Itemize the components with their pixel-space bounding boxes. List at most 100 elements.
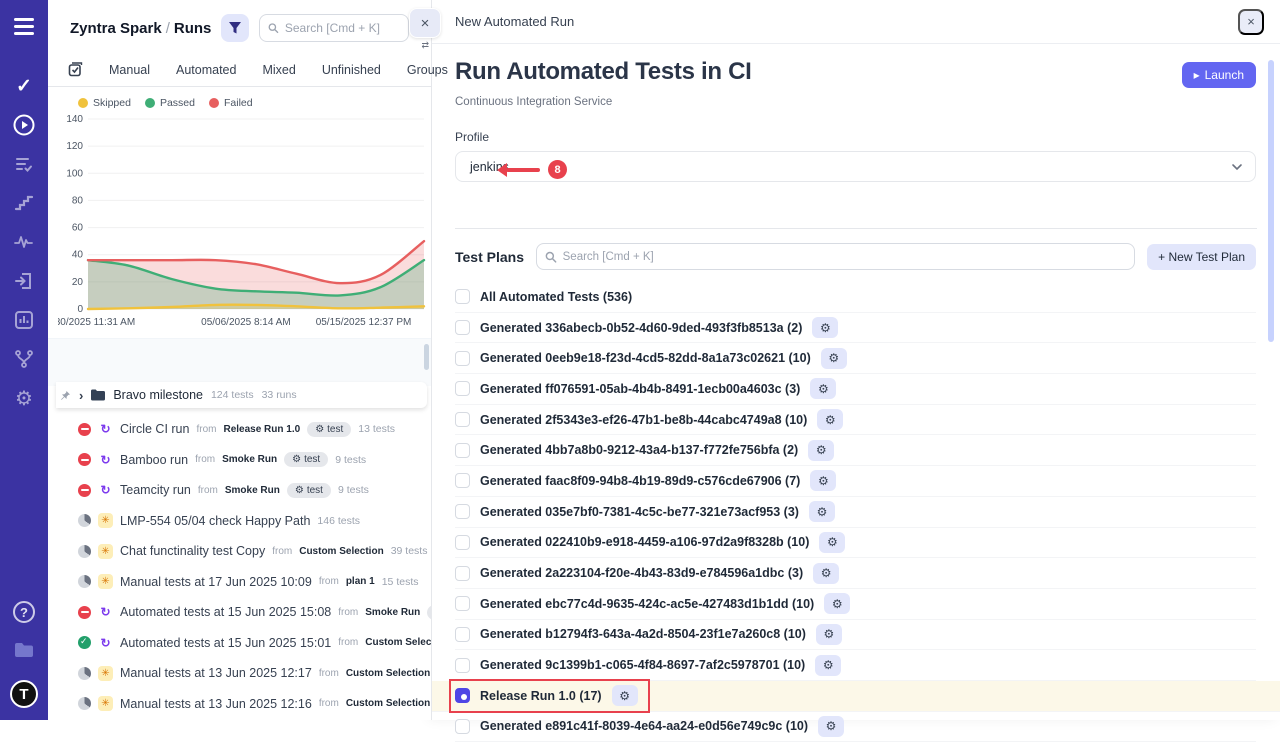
plan-label[interactable]: Generated e891c41f-8039-4e64-aa24-e0d56e… [480, 719, 808, 733]
panel-resize-icon[interactable]: ⇄ [421, 40, 429, 51]
test-plan-row[interactable]: Generated faac8f09-94b8-4b19-89d9-c576cd… [455, 466, 1256, 497]
plan-checkbox[interactable] [455, 289, 470, 304]
milestone-row[interactable]: › Bravo milestone 124 tests 33 runs [56, 382, 427, 408]
breadcrumb-project[interactable]: Zyntra Spark [70, 20, 162, 37]
plan-settings-gear-icon[interactable]: ⚙ [813, 563, 839, 584]
plan-checkbox[interactable] [455, 473, 470, 488]
test-plan-row[interactable]: Generated 2f5343e3-ef26-47b1-be8b-44cabc… [455, 405, 1256, 436]
test-tag-badge[interactable]: ⚙test [427, 605, 431, 620]
filter-button[interactable] [221, 14, 249, 42]
pulse-icon[interactable] [12, 230, 36, 254]
plan-checkbox[interactable] [455, 443, 470, 458]
test-plan-row[interactable]: Generated b12794f3-643a-4a2d-8504-23f1e7… [455, 620, 1256, 651]
plan-checkbox[interactable] [455, 719, 470, 734]
plan-settings-gear-icon[interactable]: ⚙ [817, 409, 843, 430]
plan-settings-gear-icon[interactable]: ⚙ [816, 624, 842, 645]
test-plan-row-selected[interactable]: Release Run 1.0 (17)⚙ [432, 681, 1280, 712]
left-scrollbar-thumb[interactable] [424, 344, 429, 370]
plan-checkbox[interactable] [455, 351, 470, 366]
run-list-item[interactable]: ↻Circle CI runfromRelease Run 1.0⚙test13… [78, 414, 431, 445]
tab-automated[interactable]: Automated [176, 63, 236, 77]
right-scrollbar-thumb[interactable] [1268, 60, 1274, 342]
test-plan-row[interactable]: Generated 022410b9-e918-4459-a106-97d2a9… [455, 528, 1256, 559]
test-tag-badge[interactable]: ⚙test [287, 483, 331, 498]
plan-settings-gear-icon[interactable]: ⚙ [815, 655, 841, 676]
plan-label[interactable]: Generated ebc77c4d-9635-424c-ac5e-427483… [480, 597, 814, 611]
plan-checkbox[interactable] [455, 381, 470, 396]
run-name[interactable]: Automated tests at 15 Jun 2025 15:08 [120, 605, 331, 619]
plan-label[interactable]: Generated 2a223104-f20e-4b43-83d9-e78459… [480, 566, 803, 580]
plan-settings-gear-icon[interactable]: ⚙ [810, 378, 836, 399]
plan-label[interactable]: Generated 2f5343e3-ef26-47b1-be8b-44cabc… [480, 413, 807, 427]
test-plan-row[interactable]: Generated 336abecb-0b52-4d60-9ded-493f3f… [455, 313, 1256, 344]
run-list-item[interactable]: ↻Teamcity runfromSmoke Run⚙test9 tests [78, 475, 431, 506]
test-plans-list-icon[interactable] [12, 152, 36, 176]
plan-label[interactable]: Generated 4bb7a8b0-9212-43a4-b137-f772fe… [480, 443, 798, 457]
run-name[interactable]: LMP-554 05/04 check Happy Path [120, 514, 310, 528]
run-list-item[interactable]: ✳LMP-554 05/04 check Happy Path146 tests [78, 506, 431, 537]
run-name[interactable]: Manual tests at 13 Jun 2025 12:17 [120, 666, 312, 680]
run-name[interactable]: Automated tests at 15 Jun 2025 15:01 [120, 636, 331, 650]
tab-manual[interactable]: Manual [109, 63, 150, 77]
runs-search[interactable] [259, 14, 409, 42]
launch-button[interactable]: ▸ Launch [1182, 62, 1256, 88]
plan-settings-gear-icon[interactable]: ⚙ [824, 593, 850, 614]
plan-label[interactable]: Generated ff076591-05ab-4b4b-8491-1ecb00… [480, 382, 800, 396]
plan-checkbox[interactable] [455, 627, 470, 642]
test-plans-search[interactable] [536, 243, 1135, 270]
tab-unfinished[interactable]: Unfinished [322, 63, 381, 77]
plan-checkbox[interactable] [455, 320, 470, 335]
plan-label[interactable]: Generated 0eeb9e18-f23d-4cd5-82dd-8a1a73… [480, 351, 811, 365]
test-plan-row[interactable]: Generated 2a223104-f20e-4b43-83d9-e78459… [455, 558, 1256, 589]
run-name[interactable]: Manual tests at 17 Jun 2025 10:09 [120, 575, 312, 589]
plan-label[interactable]: Generated 336abecb-0b52-4d60-9ded-493f3f… [480, 321, 802, 335]
import-icon[interactable] [12, 269, 36, 293]
test-plan-row[interactable]: Generated 4bb7a8b0-9212-43a4-b137-f772fe… [455, 435, 1256, 466]
tests-check-icon[interactable]: ✓ [12, 74, 36, 98]
test-tag-badge[interactable]: ⚙test [307, 422, 351, 437]
run-name[interactable]: Chat functinality test Copy [120, 544, 265, 558]
run-name[interactable]: Manual tests at 13 Jun 2025 12:16 [120, 697, 312, 711]
test-plans-search-input[interactable] [563, 251, 1127, 263]
new-test-plan-button[interactable]: + New Test Plan [1147, 244, 1256, 270]
menu-icon[interactable] [12, 18, 36, 35]
plan-settings-gear-icon[interactable]: ⚙ [809, 501, 835, 522]
run-list-item[interactable]: ↻Automated tests at 15 Jun 2025 15:08fro… [78, 597, 431, 628]
steps-icon[interactable] [12, 191, 36, 215]
test-tag-badge[interactable]: ⚙test [284, 452, 328, 467]
plan-settings-gear-icon[interactable]: ⚙ [612, 685, 638, 706]
run-list-item[interactable]: ↻Bamboo runfromSmoke Run⚙test9 tests [78, 445, 431, 476]
analytics-icon[interactable] [12, 308, 36, 332]
plan-checkbox[interactable] [455, 535, 470, 550]
tab-groups[interactable]: Groups [407, 63, 448, 77]
runs-play-icon[interactable] [12, 113, 36, 137]
runs-search-input[interactable] [285, 21, 401, 35]
plan-checkbox[interactable] [455, 504, 470, 519]
plan-settings-gear-icon[interactable]: ⚙ [810, 470, 836, 491]
branches-icon[interactable] [12, 347, 36, 371]
run-list-item[interactable]: ✳Manual tests at 13 Jun 2025 12:17fromCu… [78, 658, 431, 689]
panel-close-icon[interactable]: × [409, 8, 441, 38]
settings-gear-icon[interactable]: ⚙ [12, 386, 36, 410]
test-plan-row[interactable]: Generated ebc77c4d-9635-424c-ac5e-427483… [455, 589, 1256, 620]
legend-item[interactable]: Passed [145, 97, 195, 109]
run-name[interactable]: Teamcity run [120, 483, 191, 497]
run-list-item[interactable]: ↻Automated tests at 15 Jun 2025 15:01fro… [78, 628, 431, 659]
tab-mixed[interactable]: Mixed [262, 63, 295, 77]
plan-settings-gear-icon[interactable]: ⚙ [808, 440, 834, 461]
plan-label[interactable]: All Automated Tests (536) [480, 290, 632, 304]
chevron-right-icon[interactable]: › [79, 389, 83, 402]
app-logo[interactable]: T [10, 680, 38, 708]
test-plan-row[interactable]: Generated e891c41f-8039-4e64-aa24-e0d56e… [455, 712, 1256, 742]
legend-item[interactable]: Failed [209, 97, 253, 109]
plan-checkbox[interactable] [455, 596, 470, 611]
plan-settings-gear-icon[interactable]: ⚙ [819, 532, 845, 553]
run-list-item[interactable]: ✳Chat functinality test CopyfromCustom S… [78, 536, 431, 567]
profile-select[interactable]: jenkins 8 [455, 151, 1256, 182]
legend-item[interactable]: Skipped [78, 97, 131, 109]
test-plan-row[interactable]: Generated 9c1399b1-c065-4f84-8697-7af2c5… [455, 650, 1256, 681]
modal-close-icon[interactable]: × [1238, 9, 1264, 35]
projects-folder-icon[interactable] [12, 638, 36, 662]
run-name[interactable]: Bamboo run [120, 453, 188, 467]
run-name[interactable]: Circle CI run [120, 422, 189, 436]
